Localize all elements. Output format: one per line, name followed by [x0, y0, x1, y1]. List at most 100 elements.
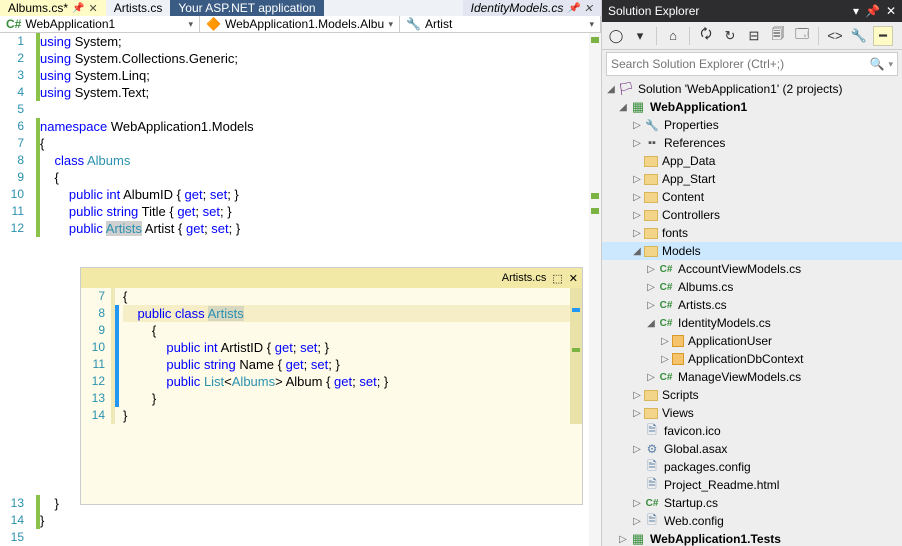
- expand-icon[interactable]: ▷: [644, 372, 658, 383]
- solution-search[interactable]: 🔍 ▾: [606, 52, 898, 76]
- forward-button[interactable]: ▾: [630, 26, 650, 46]
- close-icon[interactable]: ✕: [88, 2, 97, 15]
- expand-icon[interactable]: ▷: [630, 444, 644, 455]
- tree-item[interactable]: ▷Views: [602, 404, 902, 422]
- tree-item[interactable]: ▷fonts: [602, 224, 902, 242]
- tree-item[interactable]: ▷C#AccountViewModels.cs: [602, 260, 902, 278]
- wrench-icon: 🔧: [406, 17, 421, 31]
- home-button[interactable]: ⌂: [663, 26, 683, 46]
- tree-item[interactable]: ▷Controllers: [602, 206, 902, 224]
- close-icon[interactable]: ✕: [584, 2, 593, 15]
- wrench-icon: 🔧: [644, 117, 660, 133]
- expand-icon[interactable]: ▷: [630, 174, 644, 185]
- expand-icon[interactable]: ▷: [658, 354, 672, 365]
- promote-icon[interactable]: ⬚: [552, 272, 562, 285]
- expand-icon[interactable]: ▷: [644, 282, 658, 293]
- chevron-down-icon[interactable]: ▾: [888, 59, 893, 70]
- nav-member-dropdown[interactable]: 🔧Artist▾: [400, 16, 601, 32]
- tree-item[interactable]: ▷C#ManageViewModels.cs: [602, 368, 902, 386]
- dropdown-icon[interactable]: ▾: [853, 4, 859, 18]
- tree-item[interactable]: ▷🗎Web.config: [602, 512, 902, 530]
- tab-artists[interactable]: Artists.cs: [106, 0, 171, 16]
- references-icon: ▪▪: [644, 135, 660, 151]
- project-tests-node[interactable]: ▷▦WebApplication1.Tests: [602, 530, 902, 546]
- tree-item[interactable]: 🗎favicon.ico: [602, 422, 902, 440]
- peek-line-numbers: 7891011121314: [81, 288, 115, 424]
- file-icon: ⚙: [644, 441, 660, 457]
- properties-button[interactable]: 🗔: [792, 26, 812, 46]
- expand-icon[interactable]: ◢: [604, 84, 618, 95]
- tab-albums[interactable]: Albums.cs*📌✕: [0, 0, 106, 16]
- tree-item[interactable]: 🗎Project_Readme.html: [602, 476, 902, 494]
- expand-icon[interactable]: ▷: [630, 390, 644, 401]
- preview-button[interactable]: ━: [873, 26, 893, 46]
- tree-item[interactable]: ▷C#Startup.cs: [602, 494, 902, 512]
- solution-explorer-toolbar: ◯ ▾ ⌂ 🗘 ↻ ⊟ 🗐 🗔 <> 🔧 ━: [602, 22, 902, 50]
- expand-icon[interactable]: ◢: [616, 102, 630, 113]
- collapse-button[interactable]: ⊟: [744, 26, 764, 46]
- expand-icon[interactable]: ▷: [630, 192, 644, 203]
- file-icon: 🗎: [644, 459, 660, 475]
- tree-item[interactable]: App_Data: [602, 152, 902, 170]
- peek-scrollbar[interactable]: [570, 288, 582, 424]
- editor-scrollbar-overview[interactable]: [589, 33, 601, 546]
- tab-aspnet[interactable]: Your ASP.NET application: [170, 0, 323, 16]
- tree-item[interactable]: ▷ApplicationUser: [602, 332, 902, 350]
- expand-icon[interactable]: ▷: [644, 264, 658, 275]
- expand-icon[interactable]: ▷: [616, 534, 630, 545]
- csharp-icon: C#: [658, 261, 674, 277]
- expand-icon[interactable]: ▷: [630, 408, 644, 419]
- tree-item[interactable]: ▷C#Albums.cs: [602, 278, 902, 296]
- peek-code[interactable]: { public class Artists { public int Arti…: [119, 288, 570, 424]
- pin-icon[interactable]: 📌: [865, 4, 880, 18]
- expand-icon[interactable]: ▷: [630, 210, 644, 221]
- project-node[interactable]: ◢▦WebApplication1: [602, 98, 902, 116]
- show-all-button[interactable]: 🗐: [768, 26, 788, 46]
- tree-item[interactable]: ▷ApplicationDbContext: [602, 350, 902, 368]
- search-input[interactable]: [611, 57, 870, 71]
- tree-item[interactable]: ▷▪▪References: [602, 134, 902, 152]
- tab-label: IdentityModels.cs: [471, 1, 564, 15]
- nav-project-dropdown[interactable]: C#WebApplication1▾: [0, 16, 200, 32]
- tab-label: Your ASP.NET application: [178, 1, 315, 15]
- pin-icon[interactable]: 📌: [567, 3, 579, 14]
- solution-tree[interactable]: ◢🏳Solution 'WebApplication1' (2 projects…: [602, 78, 902, 546]
- close-icon[interactable]: ✕: [886, 4, 896, 18]
- tree-item[interactable]: ◢C#IdentityModels.cs: [602, 314, 902, 332]
- close-icon[interactable]: ✕: [569, 272, 578, 285]
- wrench-button[interactable]: 🔧: [849, 26, 869, 46]
- tree-item[interactable]: ▷Scripts: [602, 386, 902, 404]
- expand-icon[interactable]: ▷: [630, 138, 644, 149]
- tree-item[interactable]: ▷App_Start: [602, 170, 902, 188]
- models-folder[interactable]: ◢Models: [602, 242, 902, 260]
- tab-label: Artists.cs: [114, 1, 163, 15]
- tree-item[interactable]: 🗎packages.config: [602, 458, 902, 476]
- pin-icon[interactable]: 📌: [72, 3, 84, 14]
- csharp-icon: C#: [658, 369, 674, 385]
- folder-icon: [644, 228, 658, 239]
- tab-identity-preview[interactable]: IdentityModels.cs📌 ✕: [463, 0, 601, 16]
- csharp-icon: C#: [644, 495, 660, 511]
- expand-icon[interactable]: ▷: [630, 498, 644, 509]
- folder-icon: [644, 174, 658, 185]
- nav-class-dropdown[interactable]: 🔶WebApplication1.Models.Albu▾: [200, 16, 400, 32]
- sync-button[interactable]: 🗘: [696, 26, 716, 46]
- refresh-button[interactable]: ↻: [720, 26, 740, 46]
- tree-item[interactable]: ▷🔧Properties: [602, 116, 902, 134]
- back-button[interactable]: ◯: [606, 26, 626, 46]
- code-button[interactable]: <>: [825, 26, 845, 46]
- expand-icon[interactable]: ◢: [644, 318, 658, 329]
- code-content[interactable]: using System; using System.Collections.G…: [40, 33, 589, 546]
- expand-icon[interactable]: ▷: [630, 516, 644, 527]
- tree-item[interactable]: ▷⚙Global.asax: [602, 440, 902, 458]
- search-icon[interactable]: 🔍: [870, 57, 885, 71]
- solution-node[interactable]: ◢🏳Solution 'WebApplication1' (2 projects…: [602, 80, 902, 98]
- expand-icon[interactable]: ▷: [630, 228, 644, 239]
- code-editor[interactable]: 123456789101112 131415 using System; usi…: [0, 33, 601, 546]
- expand-icon[interactable]: ◢: [630, 246, 644, 257]
- tree-item[interactable]: ▷C#Artists.cs: [602, 296, 902, 314]
- expand-icon[interactable]: ▷: [644, 300, 658, 311]
- expand-icon[interactable]: ▷: [658, 336, 672, 347]
- expand-icon[interactable]: ▷: [630, 120, 644, 131]
- tree-item[interactable]: ▷Content: [602, 188, 902, 206]
